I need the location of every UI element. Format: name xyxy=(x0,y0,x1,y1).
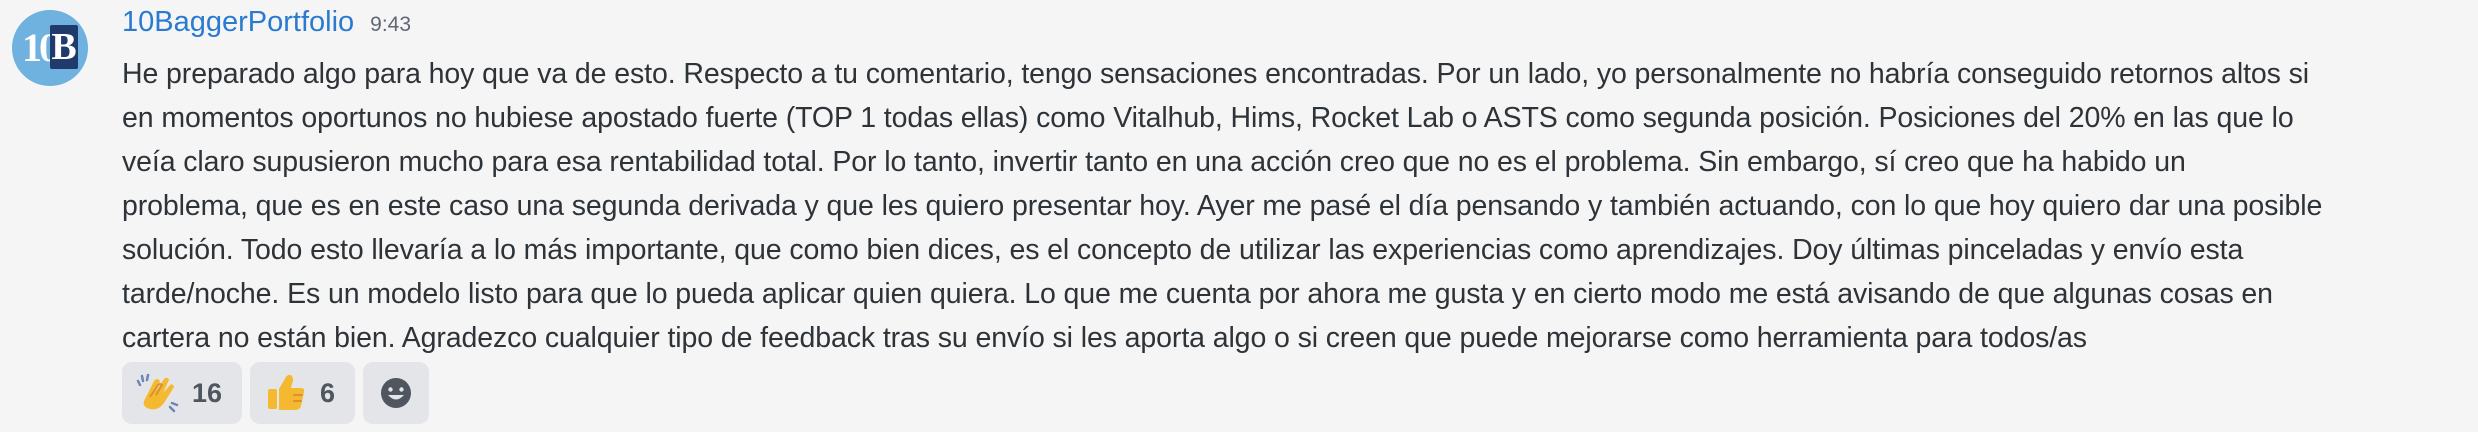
message-text-line: problema, que es en este caso una segund… xyxy=(122,190,2323,222)
message-text-line: tarde/noche. Es un modelo listo para que… xyxy=(122,278,2273,310)
chat-message: 10 B 10BaggerPortfolio 9:43 He preparado… xyxy=(0,0,2478,432)
message-text-line: en momentos oportunos no hubiese apostad… xyxy=(122,102,2294,134)
message-timestamp: 9:43 xyxy=(370,13,412,36)
message-text-line: He preparado algo para hoy que va de est… xyxy=(122,58,2310,90)
message-text-line: solución. Todo esto llevaría a lo más im… xyxy=(122,234,2244,266)
avatar[interactable]: 10 B xyxy=(12,10,88,86)
author-username[interactable]: 10BaggerPortfolio xyxy=(122,6,354,39)
reaction-clap-button[interactable]: 16 xyxy=(122,362,243,424)
message-content: He preparado algo para hoy que va de est… xyxy=(122,52,2467,360)
reactions-bar: 16 6 xyxy=(122,362,430,424)
reaction-count: 16 xyxy=(192,377,223,408)
avatar-logo: 10 B xyxy=(18,23,82,73)
add-reaction-button[interactable] xyxy=(363,362,430,424)
message-header: 10BaggerPortfolio 9:43 xyxy=(122,6,411,48)
reaction-thumbs-up-button[interactable]: 6 xyxy=(250,362,356,424)
message-text-line: cartera no están bien. Agradezco cualqui… xyxy=(122,322,2087,354)
message-text-line: veía claro supusieron mucho para esa ren… xyxy=(122,146,2186,178)
avatar-logo-letter: B xyxy=(50,25,78,69)
add-reaction-smiley-icon xyxy=(374,371,418,415)
clapping-hands-icon xyxy=(136,371,180,415)
reaction-count: 6 xyxy=(320,377,336,408)
thumbs-up-icon xyxy=(264,371,308,415)
